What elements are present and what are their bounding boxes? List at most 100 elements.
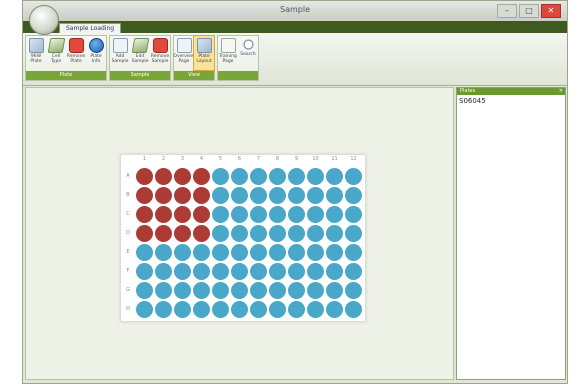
well-D1[interactable] bbox=[136, 225, 153, 242]
well-A2[interactable] bbox=[155, 168, 172, 185]
well-F8[interactable] bbox=[269, 263, 286, 280]
well-G1[interactable] bbox=[136, 282, 153, 299]
well-E10[interactable] bbox=[307, 244, 324, 261]
well-G3[interactable] bbox=[174, 282, 191, 299]
remove-sample-button[interactable]: Remove Sample bbox=[150, 36, 170, 70]
well-E9[interactable] bbox=[288, 244, 305, 261]
well-C4[interactable] bbox=[193, 206, 210, 223]
well-C1[interactable] bbox=[136, 206, 153, 223]
well-H11[interactable] bbox=[326, 301, 343, 318]
well-B7[interactable] bbox=[250, 187, 267, 204]
well-E12[interactable] bbox=[345, 244, 362, 261]
well-B5[interactable] bbox=[212, 187, 229, 204]
well-A5[interactable] bbox=[212, 168, 229, 185]
well-H12[interactable] bbox=[345, 301, 362, 318]
well-C12[interactable] bbox=[345, 206, 362, 223]
well-G10[interactable] bbox=[307, 282, 324, 299]
maximize-button[interactable]: □ bbox=[519, 4, 539, 18]
well-E11[interactable] bbox=[326, 244, 343, 261]
well-H5[interactable] bbox=[212, 301, 229, 318]
well-H1[interactable] bbox=[136, 301, 153, 318]
well-C3[interactable] bbox=[174, 206, 191, 223]
well-A9[interactable] bbox=[288, 168, 305, 185]
well-D10[interactable] bbox=[307, 225, 324, 242]
well-A4[interactable] bbox=[193, 168, 210, 185]
well-E4[interactable] bbox=[193, 244, 210, 261]
well-D5[interactable] bbox=[212, 225, 229, 242]
well-A1[interactable] bbox=[136, 168, 153, 185]
app-menu-orb[interactable] bbox=[29, 5, 59, 35]
well-G6[interactable] bbox=[231, 282, 248, 299]
well-A6[interactable] bbox=[231, 168, 248, 185]
well-C2[interactable] bbox=[155, 206, 172, 223]
well-E5[interactable] bbox=[212, 244, 229, 261]
well-H4[interactable] bbox=[193, 301, 210, 318]
well-C8[interactable] bbox=[269, 206, 286, 223]
well-C9[interactable] bbox=[288, 206, 305, 223]
plate-layout-button[interactable]: Plate Layout bbox=[193, 35, 215, 71]
well-D2[interactable] bbox=[155, 225, 172, 242]
well-B9[interactable] bbox=[288, 187, 305, 204]
well-B3[interactable] bbox=[174, 187, 191, 204]
well-A10[interactable] bbox=[307, 168, 324, 185]
well-B4[interactable] bbox=[193, 187, 210, 204]
well-B8[interactable] bbox=[269, 187, 286, 204]
well-G12[interactable] bbox=[345, 282, 362, 299]
well-B12[interactable] bbox=[345, 187, 362, 204]
well-H2[interactable] bbox=[155, 301, 172, 318]
well-B1[interactable] bbox=[136, 187, 153, 204]
well-D8[interactable] bbox=[269, 225, 286, 242]
well-G2[interactable] bbox=[155, 282, 172, 299]
well-H9[interactable] bbox=[288, 301, 305, 318]
well-E6[interactable] bbox=[231, 244, 248, 261]
close-button[interactable]: ✕ bbox=[541, 4, 561, 18]
well-F1[interactable] bbox=[136, 263, 153, 280]
well-C11[interactable] bbox=[326, 206, 343, 223]
well-H7[interactable] bbox=[250, 301, 267, 318]
well-B6[interactable] bbox=[231, 187, 248, 204]
well-D9[interactable] bbox=[288, 225, 305, 242]
well-F6[interactable] bbox=[231, 263, 248, 280]
well-F12[interactable] bbox=[345, 263, 362, 280]
well-D6[interactable] bbox=[231, 225, 248, 242]
well-E7[interactable] bbox=[250, 244, 267, 261]
well-A3[interactable] bbox=[174, 168, 191, 185]
well-C7[interactable] bbox=[250, 206, 267, 223]
well-A12[interactable] bbox=[345, 168, 362, 185]
well-F3[interactable] bbox=[174, 263, 191, 280]
well-F9[interactable] bbox=[288, 263, 305, 280]
well-A8[interactable] bbox=[269, 168, 286, 185]
cell-type-button[interactable]: Cell Type bbox=[46, 36, 66, 70]
well-G8[interactable] bbox=[269, 282, 286, 299]
well-B11[interactable] bbox=[326, 187, 343, 204]
well-G11[interactable] bbox=[326, 282, 343, 299]
well-G5[interactable] bbox=[212, 282, 229, 299]
well-D7[interactable] bbox=[250, 225, 267, 242]
plate-96w-button[interactable]: 96W Plate bbox=[26, 36, 46, 70]
well-E2[interactable] bbox=[155, 244, 172, 261]
well-E3[interactable] bbox=[174, 244, 191, 261]
well-H8[interactable] bbox=[269, 301, 286, 318]
well-D3[interactable] bbox=[174, 225, 191, 242]
edit-sample-button[interactable]: Edit Sample bbox=[130, 36, 150, 70]
well-A11[interactable] bbox=[326, 168, 343, 185]
well-D12[interactable] bbox=[345, 225, 362, 242]
overview-page-button[interactable]: Overview Page bbox=[173, 36, 195, 70]
well-E8[interactable] bbox=[269, 244, 286, 261]
well-F7[interactable] bbox=[250, 263, 267, 280]
well-G9[interactable] bbox=[288, 282, 305, 299]
well-C10[interactable] bbox=[307, 206, 324, 223]
well-H3[interactable] bbox=[174, 301, 191, 318]
well-H10[interactable] bbox=[307, 301, 324, 318]
remove-plate-button[interactable]: Remove Plate bbox=[66, 36, 86, 70]
well-D11[interactable] bbox=[326, 225, 343, 242]
well-F10[interactable] bbox=[307, 263, 324, 280]
well-B10[interactable] bbox=[307, 187, 324, 204]
well-F4[interactable] bbox=[193, 263, 210, 280]
well-G4[interactable] bbox=[193, 282, 210, 299]
well-H6[interactable] bbox=[231, 301, 248, 318]
well-F5[interactable] bbox=[212, 263, 229, 280]
plate-list-item[interactable]: S06045 bbox=[457, 95, 565, 107]
add-sample-button[interactable]: Add Sample bbox=[110, 36, 130, 70]
well-A7[interactable] bbox=[250, 168, 267, 185]
